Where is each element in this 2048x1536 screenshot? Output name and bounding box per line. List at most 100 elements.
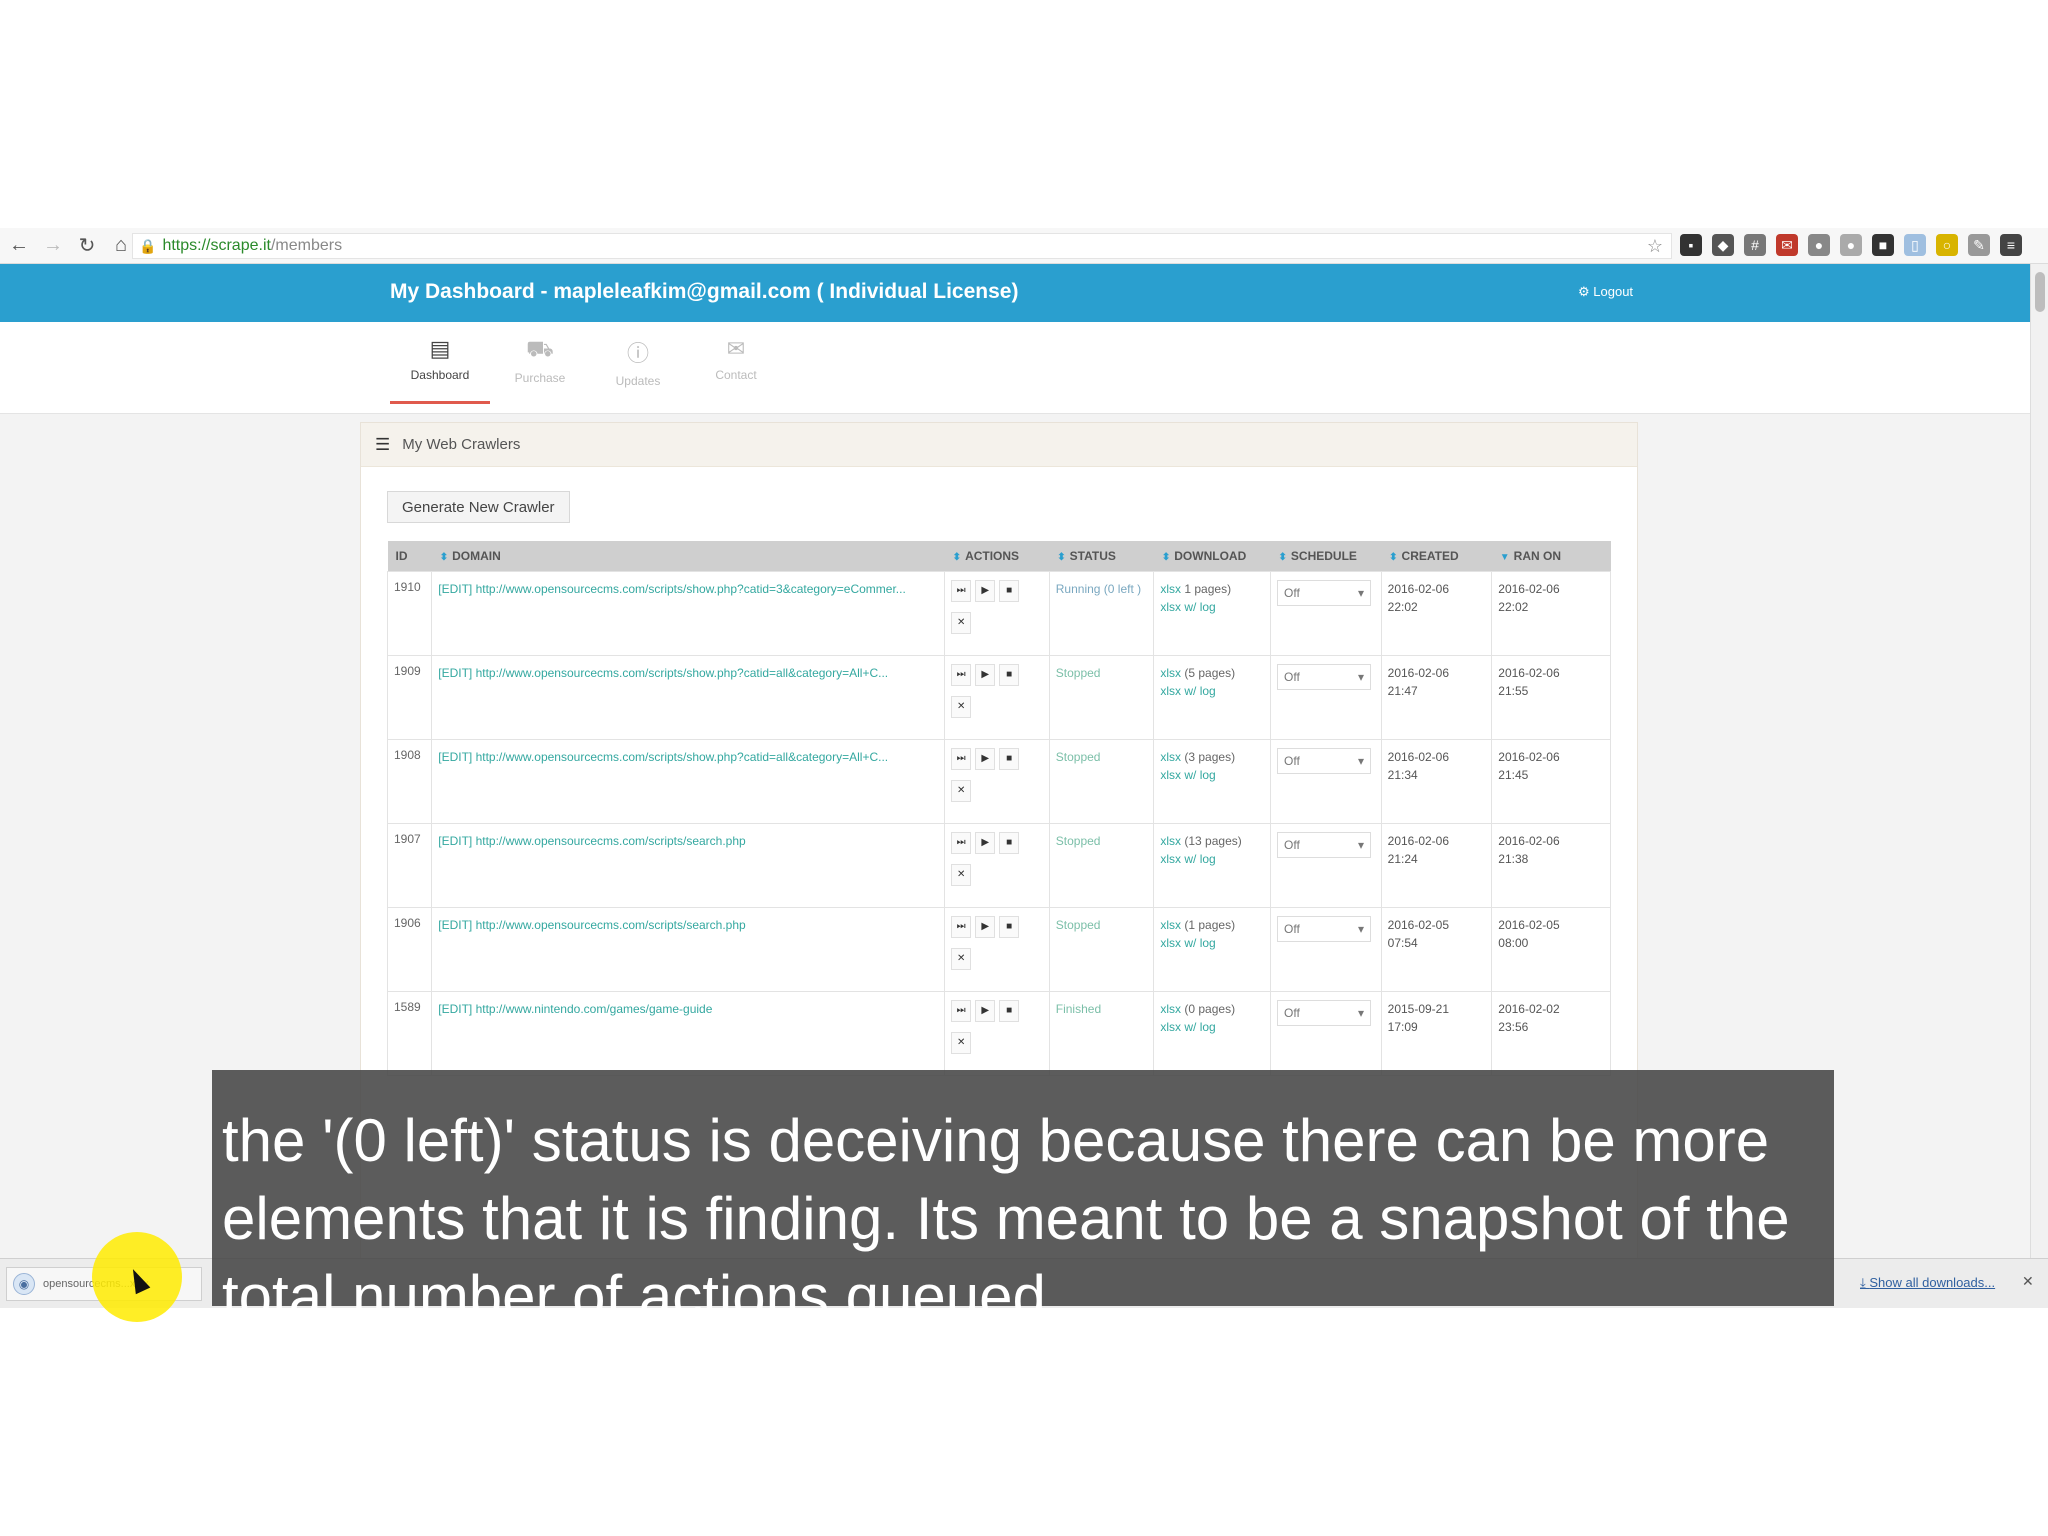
- delete-button[interactable]: ✕: [951, 611, 972, 634]
- status-text: Stopped: [1055, 665, 1101, 680]
- extension-icon[interactable]: ▪: [1680, 234, 1702, 256]
- stop-button[interactable]: ■: [999, 579, 1020, 602]
- play-button[interactable]: ▶: [975, 663, 996, 686]
- domain-edit-link[interactable]: [EDIT] http://www.nintendo.com/games/gam…: [438, 1002, 712, 1016]
- cell-created: 2016-02-05 07:54: [1380, 906, 1493, 992]
- step-button[interactable]: ⏭: [951, 831, 972, 854]
- grid-icon[interactable]: #: [1744, 234, 1766, 256]
- cell-download: xlsx 1 pages) xlsx w/ log: [1153, 570, 1272, 656]
- download-xlsx-link[interactable]: xlsx: [1160, 1002, 1181, 1016]
- logout-link[interactable]: ⚙ Logout: [1578, 284, 1633, 300]
- download-xlsx-log-link[interactable]: xlsx w/ log: [1160, 850, 1264, 868]
- cell-domain: [EDIT] http://www.opensourcecms.com/scri…: [431, 906, 946, 992]
- chevron-down-icon: ▾: [1357, 837, 1365, 852]
- logout-label[interactable]: Logout: [1593, 284, 1633, 299]
- delete-button[interactable]: ✕: [951, 947, 972, 970]
- delete-button[interactable]: ✕: [951, 779, 972, 802]
- schedule-select[interactable]: Off ▾: [1277, 915, 1372, 942]
- close-icon[interactable]: ✕: [2022, 1273, 2034, 1290]
- schedule-value: Off: [1284, 753, 1300, 768]
- cell-schedule: Off ▾: [1270, 654, 1382, 740]
- back-button[interactable]: ←: [4, 231, 34, 261]
- play-button[interactable]: ▶: [975, 999, 996, 1022]
- download-xlsx-log-link[interactable]: xlsx w/ log: [1160, 766, 1264, 784]
- generate-crawler-button[interactable]: Generate New Crawler: [387, 491, 570, 523]
- step-button[interactable]: ⏭: [951, 999, 972, 1022]
- sort-icon: ⬍: [952, 551, 962, 563]
- download-xlsx-link[interactable]: xlsx: [1160, 918, 1181, 932]
- document-icon[interactable]: ▯: [1904, 234, 1926, 256]
- domain-edit-link[interactable]: [EDIT] http://www.opensourcecms.com/scri…: [438, 918, 745, 932]
- stop-button[interactable]: ■: [999, 999, 1020, 1022]
- table-body: 1910 [EDIT] http://www.opensourcecms.com/…: [386, 570, 1611, 1076]
- mail-extension-icon[interactable]: ✉: [1776, 234, 1798, 256]
- tab-updates[interactable]: ⓘ Updates: [588, 330, 688, 404]
- tab-purchase[interactable]: ⛟ Purchase: [490, 330, 590, 404]
- chevron-down-icon: ▾: [1357, 1005, 1365, 1020]
- column-header-download[interactable]: ⬍ DOWNLOAD: [1153, 541, 1271, 571]
- download-xlsx-log-link[interactable]: xlsx w/ log: [1160, 598, 1264, 616]
- column-header-status[interactable]: ⬍ STATUS: [1049, 541, 1154, 571]
- stop-button[interactable]: ■: [999, 831, 1020, 854]
- column-header-id[interactable]: ID: [387, 541, 432, 571]
- tab-dashboard[interactable]: ▤ Dashboard: [390, 330, 490, 404]
- reload-button[interactable]: ↻: [72, 231, 102, 261]
- extension-icon[interactable]: ■: [1872, 234, 1894, 256]
- download-xlsx-link[interactable]: xlsx: [1160, 750, 1181, 764]
- column-header-actions[interactable]: ⬍ ACTIONS: [944, 541, 1050, 571]
- column-header-ran-on[interactable]: ▼ RAN ON: [1491, 541, 1611, 571]
- play-button[interactable]: ▶: [975, 915, 996, 938]
- ran-date: 2016-02-06: [1498, 581, 1560, 596]
- play-button[interactable]: ▶: [975, 579, 996, 602]
- page-scrollbar[interactable]: [2030, 264, 2048, 1308]
- address-bar[interactable]: 🔒 https:// scrape.it /members ☆: [132, 233, 1672, 259]
- stop-button[interactable]: ■: [999, 915, 1020, 938]
- forward-button[interactable]: →: [38, 231, 68, 261]
- download-xlsx-log-link[interactable]: xlsx w/ log: [1160, 1018, 1264, 1036]
- step-button[interactable]: ⏭: [951, 663, 972, 686]
- column-header-schedule[interactable]: ⬍ SCHEDULE: [1270, 541, 1382, 571]
- cell-id: 1906: [386, 906, 433, 992]
- download-xlsx-link[interactable]: xlsx: [1160, 666, 1181, 680]
- download-xlsx-log-link[interactable]: xlsx w/ log: [1160, 682, 1264, 700]
- delete-button[interactable]: ✕: [951, 863, 972, 886]
- cell-status: Running (0 left ): [1048, 570, 1155, 656]
- schedule-select[interactable]: Off ▾: [1277, 579, 1372, 606]
- shield-icon[interactable]: ◆: [1712, 234, 1734, 256]
- domain-edit-link[interactable]: [EDIT] http://www.opensourcecms.com/scri…: [438, 666, 888, 680]
- domain-edit-link[interactable]: [EDIT] http://www.opensourcecms.com/scri…: [438, 750, 888, 764]
- domain-edit-link[interactable]: [EDIT] http://www.opensourcecms.com/scri…: [438, 582, 906, 596]
- column-header-domain[interactable]: ⬍ DOMAIN: [431, 541, 945, 571]
- menu-icon[interactable]: ≡: [2000, 234, 2022, 256]
- created-date: 2016-02-06: [1387, 581, 1450, 596]
- bookmark-star-icon[interactable]: ☆: [1647, 236, 1663, 257]
- extension-icon[interactable]: ●: [1840, 234, 1862, 256]
- delete-button[interactable]: ✕: [951, 695, 972, 718]
- download-xlsx-log-link[interactable]: xlsx w/ log: [1160, 934, 1264, 952]
- play-button[interactable]: ▶: [975, 831, 996, 854]
- extension-icon[interactable]: ○: [1936, 234, 1958, 256]
- wrench-icon[interactable]: ✎: [1968, 234, 1990, 256]
- step-button[interactable]: ⏭: [951, 915, 972, 938]
- schedule-select[interactable]: Off ▾: [1277, 831, 1372, 858]
- stop-button[interactable]: ■: [999, 663, 1020, 686]
- stop-button[interactable]: ■: [999, 747, 1020, 770]
- column-header-created[interactable]: ⬍ CREATED: [1381, 541, 1492, 571]
- show-all-downloads-link[interactable]: ⤓ Show all downloads...: [1860, 1275, 1995, 1291]
- download-xlsx-link[interactable]: xlsx: [1160, 582, 1181, 596]
- created-date: 2015-09-21: [1387, 1001, 1450, 1016]
- download-xlsx-link[interactable]: xlsx: [1160, 834, 1181, 848]
- domain-edit-link[interactable]: [EDIT] http://www.opensourcecms.com/scri…: [438, 834, 745, 848]
- scrollbar-thumb[interactable]: [2035, 272, 2045, 312]
- extension-icon[interactable]: ●: [1808, 234, 1830, 256]
- step-button[interactable]: ⏭: [951, 747, 972, 770]
- step-button[interactable]: ⏭: [951, 579, 972, 602]
- schedule-select[interactable]: Off ▾: [1277, 663, 1372, 690]
- play-button[interactable]: ▶: [975, 747, 996, 770]
- schedule-select[interactable]: Off ▾: [1277, 999, 1372, 1026]
- page-count: (1 pages): [1184, 917, 1236, 932]
- tab-contact[interactable]: ✉ Contact: [686, 330, 786, 404]
- delete-button[interactable]: ✕: [951, 1031, 972, 1054]
- lock-icon: 🔒: [139, 237, 157, 254]
- schedule-select[interactable]: Off ▾: [1277, 747, 1372, 774]
